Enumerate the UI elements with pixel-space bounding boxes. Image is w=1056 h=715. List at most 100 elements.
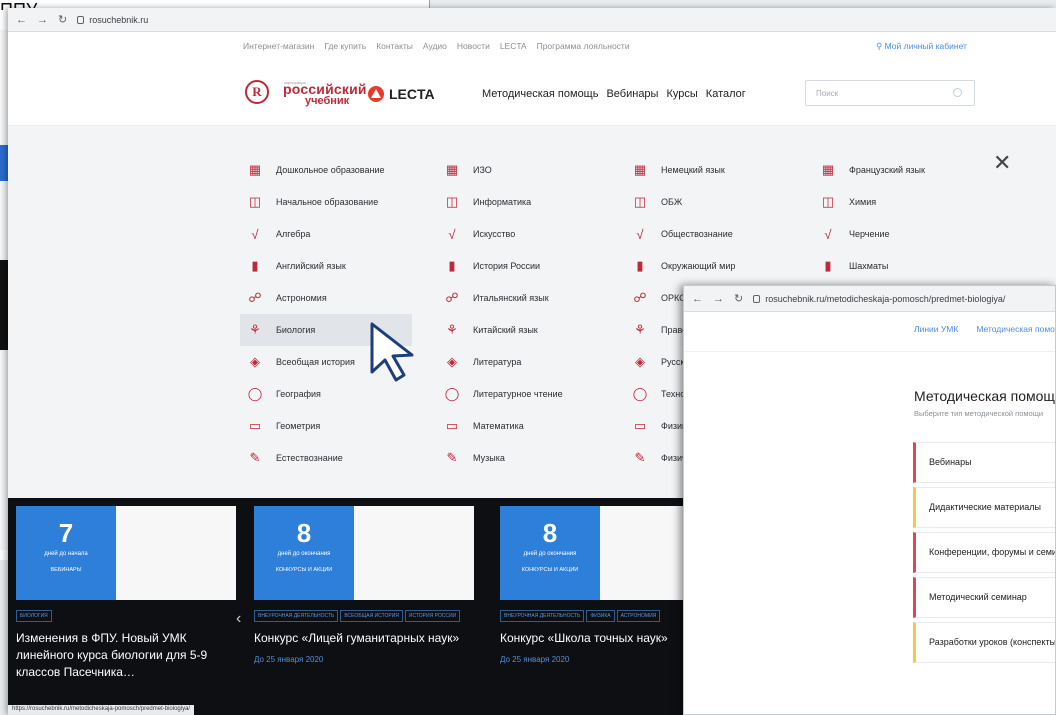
subject-item[interactable]: ◈ Литература	[437, 346, 607, 378]
subject-icon: √	[636, 226, 644, 242]
subject-icon: ◫	[445, 194, 459, 209]
top-link[interactable]: Программа лояльности	[537, 41, 630, 51]
overlay-forward-icon[interactable]: →	[713, 293, 724, 305]
subject-label: География	[276, 389, 321, 399]
subject-label: История России	[473, 261, 541, 271]
days-number: 8	[542, 518, 558, 548]
event-title[interactable]: Изменения в ФПУ. Новый УМК линейного кур…	[16, 630, 236, 681]
event-card[interactable]: 7 дней до начала ВЕБИНАРЫ БИОЛОГИЯ Изменения…	[16, 506, 236, 681]
event-tag[interactable]: ФИЗИКА	[586, 610, 615, 622]
address-bar[interactable]: rosuchebnik.ru	[77, 15, 148, 25]
subject-item[interactable]: ▮ История России	[437, 250, 607, 282]
subject-item[interactable]: √ Алгебра	[240, 218, 412, 250]
subject-item[interactable]: √ Искусство	[437, 218, 607, 250]
subject-item[interactable]: ◫ Информатика	[437, 186, 607, 218]
subject-item[interactable]: ▦ Немецкий язык	[625, 154, 795, 186]
event-tag[interactable]: ИСТОРИЯ РОССИИ	[404, 610, 461, 622]
subject-label: Естествознание	[276, 453, 343, 463]
account-link[interactable]: ⚲ Мой личный кабинет	[876, 41, 967, 52]
subject-item[interactable]: ◯ География	[240, 378, 412, 410]
subject-item[interactable]: ◫ Химия	[813, 186, 983, 218]
subject-label: Шахматы	[849, 261, 889, 271]
subject-icon: ◫	[821, 194, 835, 209]
mouse-cursor-icon	[370, 322, 414, 382]
top-link[interactable]: Аудио	[423, 41, 447, 51]
top-link[interactable]: Новости	[457, 41, 490, 51]
lecta-logo-icon[interactable]	[368, 86, 384, 102]
subjects-column-4: ▦ Французский язык ◫ Химия √ Черчение ▮ Шахматы	[813, 154, 983, 282]
subject-item[interactable]: ◫ Начальное образование	[240, 186, 412, 218]
subject-item[interactable]: ▦ ИЗО	[437, 154, 607, 186]
subject-item[interactable]: √ Черчение	[813, 218, 983, 250]
subject-label: Начальное образование	[276, 197, 379, 207]
subject-item[interactable]: ▭ Геометрия	[240, 410, 412, 442]
search-icon[interactable]	[953, 88, 962, 97]
subject-label: Черчение	[849, 229, 890, 239]
subject-item[interactable]: ⚘ Китайский язык	[437, 314, 607, 346]
overlay-back-icon[interactable]: ←	[692, 293, 703, 305]
event-title[interactable]: Конкурс «Лицей гуманитарных наук»	[254, 630, 474, 647]
help-type-item[interactable]: Разработки уроков (конспекты)	[913, 622, 1055, 663]
search-input[interactable]: Поиск	[805, 80, 975, 106]
event-tags: БИОЛОГИЯ	[16, 610, 236, 622]
back-icon[interactable]: ←	[16, 14, 27, 26]
top-link[interactable]: Интернет-магазин	[243, 41, 314, 51]
subject-label: Алгебра	[276, 229, 311, 239]
reload-icon[interactable]: ↻	[58, 13, 67, 26]
subject-item[interactable]: ▮ Английский язык	[240, 250, 412, 282]
subject-icon: ▭	[248, 418, 262, 433]
days-badge: 8 дней до окончания КОНКУРСЫ И АКЦИИ	[500, 506, 600, 600]
overlay-nav-link[interactable]: Линии УМК	[914, 324, 958, 351]
rosuchebnik-logo-icon[interactable]: R	[245, 80, 269, 104]
subject-icon: ▦	[633, 162, 647, 177]
event-tag[interactable]: АСТРОНОМИЯ	[616, 610, 661, 622]
help-type-item[interactable]: Конференции, форумы и семинары	[913, 532, 1055, 573]
main-nav-item[interactable]: Вебинары	[606, 88, 658, 100]
subject-label: Информатика	[473, 197, 532, 207]
carousel-prev-icon[interactable]: ‹	[236, 610, 241, 628]
subject-item[interactable]: ▮ Окружающий мир	[625, 250, 795, 282]
subject-label: Дошкольное образование	[276, 165, 385, 175]
subject-icon: √	[824, 226, 832, 242]
days-number: 8	[296, 518, 312, 548]
event-tag[interactable]: ВНЕУРОЧНАЯ ДЕЯТЕЛЬНОСТЬ	[254, 610, 339, 622]
subject-icon: ⚘	[446, 322, 458, 337]
event-tag[interactable]: БИОЛОГИЯ	[16, 610, 52, 622]
help-type-item[interactable]: Вебинары	[913, 442, 1055, 483]
subject-icon: ◈	[250, 354, 260, 369]
subject-item[interactable]: ☍ Итальянский язык	[437, 282, 607, 314]
event-card-image: 8 дней до окончания КОНКУРСЫ И АКЦИИ	[254, 506, 474, 600]
help-type-item[interactable]: Методический семинар	[913, 577, 1055, 618]
main-nav-item[interactable]: Курсы	[666, 88, 697, 100]
subject-item[interactable]: ▦ Дошкольное образование	[240, 154, 412, 186]
help-type-item[interactable]: Дидактические материалы	[913, 487, 1055, 528]
subject-icon: ▦	[445, 162, 459, 177]
overlay-address-bar[interactable]: rosuchebnik.ru/metodicheskaja-pomosch/pr…	[753, 294, 1005, 304]
subject-icon: ✎	[249, 450, 261, 465]
top-link[interactable]: LECTA	[500, 41, 527, 51]
subject-item[interactable]: ✎ Естествознание	[240, 442, 412, 474]
subject-item[interactable]: ✎ Музыка	[437, 442, 607, 474]
main-nav-item[interactable]: Методическая помощь	[482, 88, 598, 100]
overlay-nav-link[interactable]: Методическая помощь	[976, 324, 1055, 351]
main-nav-item[interactable]: Каталог	[706, 88, 746, 100]
subject-item[interactable]: ▦ Французский язык	[813, 154, 983, 186]
subject-icon: ☍	[248, 290, 262, 305]
forward-icon[interactable]: →	[37, 14, 48, 26]
subject-item[interactable]: √ Обществознание	[625, 218, 795, 250]
overlay-reload-icon[interactable]: ↻	[734, 292, 743, 305]
top-link[interactable]: Контакты	[376, 41, 413, 51]
link-status-bar: https://rosuchebnik.ru/metodicheskaja-po…	[8, 705, 195, 715]
event-tag[interactable]: ВНЕУРОЧНАЯ ДЕЯТЕЛЬНОСТЬ	[500, 610, 585, 622]
subject-item[interactable]: ▮ Шахматы	[813, 250, 983, 282]
event-card[interactable]: 8 дней до окончания КОНКУРСЫ И АКЦИИ ВНЕУРО…	[254, 506, 474, 664]
lecta-logo-text[interactable]: LECTA	[389, 86, 435, 102]
top-link[interactable]: Где купить	[324, 41, 366, 51]
close-icon[interactable]: ✕	[993, 150, 1011, 176]
subject-item[interactable]: ▭ Математика	[437, 410, 607, 442]
subject-label: Китайский язык	[473, 325, 538, 335]
event-tag[interactable]: ВСЕОБЩАЯ ИСТОРИЯ	[340, 610, 403, 622]
subject-item[interactable]: ☍ Астрономия	[240, 282, 412, 314]
subject-item[interactable]: ◫ ОБЖ	[625, 186, 795, 218]
subject-item[interactable]: ◯ Литературное чтение	[437, 378, 607, 410]
